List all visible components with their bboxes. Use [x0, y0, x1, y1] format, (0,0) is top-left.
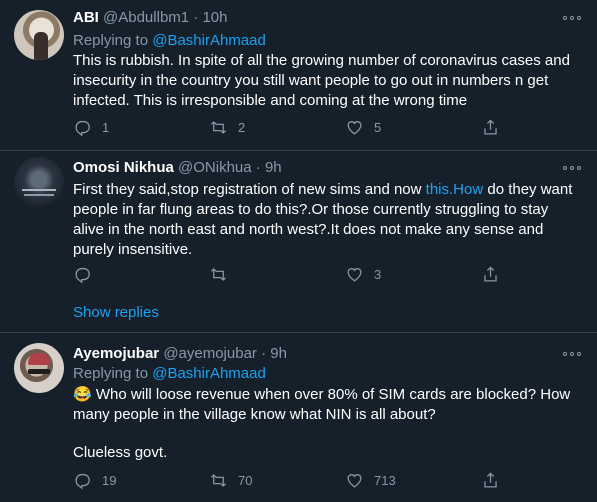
timestamp[interactable]: 10h: [202, 9, 227, 26]
retweet-button[interactable]: 70: [209, 471, 252, 490]
share-button[interactable]: [481, 118, 510, 137]
tweet-actions: 19 70 713: [73, 471, 513, 491]
like-icon: [347, 268, 362, 282]
more-icon[interactable]: [563, 165, 581, 171]
like-count: 5: [374, 120, 382, 135]
show-replies-link[interactable]: Show replies: [73, 304, 159, 321]
avatar[interactable]: [14, 10, 64, 60]
tweet-header: Omosi Nikhua @ONikhua · 9h: [73, 158, 282, 178]
reply-button[interactable]: [73, 265, 102, 284]
share-icon: [484, 266, 497, 282]
tweet-link[interactable]: this.How: [426, 181, 484, 198]
reply-icon: [75, 473, 90, 490]
separator-dot: ·: [193, 9, 199, 26]
tweet-text: This is rubbish. In spite of all the gro…: [73, 52, 570, 109]
user-handle[interactable]: @Abdullbm1: [103, 9, 189, 26]
replying-prefix: Replying to: [73, 32, 153, 49]
timestamp[interactable]: 9h: [270, 345, 287, 362]
retweet-button[interactable]: [209, 265, 238, 284]
tweet[interactable]: ABI @Abdullbm1 · 10h Replying to @Bashir…: [0, 0, 597, 150]
separator-dot: ·: [255, 159, 261, 176]
replying-to: Replying to @BashirAhmaad: [73, 31, 266, 51]
reply-count: 19: [102, 473, 117, 488]
tweet[interactable]: Omosi Nikhua @ONikhua · 9h First they sa…: [0, 151, 597, 325]
display-name[interactable]: Omosi Nikhua: [73, 159, 174, 176]
reply-icon: [75, 267, 90, 284]
share-button[interactable]: [481, 471, 510, 490]
separator-dot: ·: [261, 345, 267, 362]
tweet-header: Ayemojubar @ayemojubar · 9h: [73, 344, 287, 364]
reply-button[interactable]: 1: [73, 118, 109, 137]
retweet-icon: [210, 268, 227, 281]
tweet-text-second: Clueless govt.: [73, 444, 168, 461]
replying-to-link[interactable]: @BashirAhmaad: [152, 365, 266, 382]
tweet-text-part: Who will loose revenue when over 80% of …: [73, 386, 571, 423]
user-handle[interactable]: @ONikhua: [178, 159, 252, 176]
share-icon: [484, 119, 497, 135]
like-icon: [347, 121, 362, 135]
replying-prefix: Replying to: [73, 365, 153, 382]
retweet-button[interactable]: 2: [209, 118, 245, 137]
more-icon[interactable]: [563, 351, 581, 357]
display-name[interactable]: Ayemojubar: [73, 345, 159, 362]
like-button[interactable]: 5: [345, 118, 381, 137]
like-button[interactable]: 713: [345, 471, 396, 490]
replying-to-link[interactable]: @BashirAhmaad: [152, 32, 266, 49]
retweet-icon: [210, 121, 227, 134]
retweet-count: 2: [238, 120, 246, 135]
retweet-icon: [210, 474, 227, 487]
like-button[interactable]: 3: [345, 265, 381, 284]
like-count: 713: [374, 473, 396, 488]
tweet-text: First they said,stop registration of new…: [73, 180, 583, 260]
tweet-actions: 3: [73, 265, 513, 285]
share-button[interactable]: [481, 265, 510, 284]
like-icon: [347, 474, 362, 488]
share-icon: [484, 472, 497, 488]
reply-icon: [75, 120, 90, 137]
retweet-count: 70: [238, 473, 253, 488]
avatar[interactable]: [14, 343, 64, 393]
emoji: 😂: [73, 386, 92, 403]
timestamp[interactable]: 9h: [265, 159, 282, 176]
reply-count: 1: [102, 120, 110, 135]
tweet-text-part: First they said,stop registration of new…: [73, 181, 426, 198]
tweet[interactable]: Ayemojubar @ayemojubar · 9h Replying to …: [0, 333, 597, 502]
more-icon[interactable]: [563, 15, 581, 21]
display-name[interactable]: ABI: [73, 9, 99, 26]
tweet-header: ABI @Abdullbm1 · 10h: [73, 8, 228, 28]
like-count: 3: [374, 267, 382, 282]
user-handle[interactable]: @ayemojubar: [163, 345, 257, 362]
tweet-actions: 1 2 5: [73, 118, 513, 138]
avatar[interactable]: [14, 157, 64, 207]
replying-to: Replying to @BashirAhmaad: [73, 364, 266, 384]
tweet-text: 😂 Who will loose revenue when over 80% o…: [73, 385, 583, 425]
reply-button[interactable]: 19: [73, 471, 116, 490]
